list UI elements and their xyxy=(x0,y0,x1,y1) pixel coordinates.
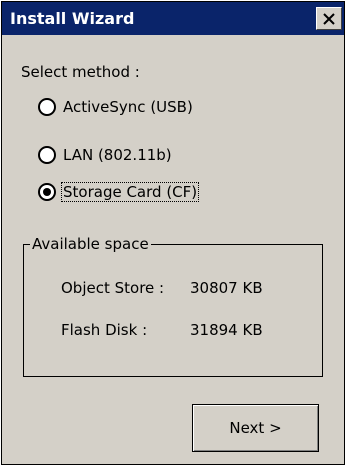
install-wizard-window: Install Wizard Select method : ActiveSyn… xyxy=(1,1,345,465)
radio-activesync[interactable]: ActiveSync (USB) xyxy=(38,96,194,118)
available-space-title: Available space xyxy=(30,235,151,253)
close-icon xyxy=(323,12,335,25)
flash-disk-label: Flash Disk : xyxy=(61,321,148,339)
next-button[interactable]: Next > xyxy=(192,404,319,452)
object-store-value: 30807 KB xyxy=(190,279,263,297)
available-space-group: Available space Object Store : 30807 KB … xyxy=(23,235,323,377)
title-bar: Install Wizard xyxy=(2,2,344,35)
window-title: Install Wizard xyxy=(10,9,135,28)
flash-disk-value: 31894 KB xyxy=(190,321,263,339)
radio-storage-card[interactable]: Storage Card (CF) xyxy=(38,181,200,203)
radio-lan[interactable]: LAN (802.11b) xyxy=(38,144,173,166)
close-button[interactable] xyxy=(316,7,342,30)
radio-activesync-button[interactable] xyxy=(38,98,56,116)
radio-activesync-label[interactable]: ActiveSync (USB) xyxy=(62,98,194,116)
radio-lan-label[interactable]: LAN (802.11b) xyxy=(62,146,173,164)
select-method-label: Select method : xyxy=(21,63,140,81)
radio-storage-card-button[interactable] xyxy=(38,183,56,201)
object-store-label: Object Store : xyxy=(61,279,165,297)
radio-storage-card-label[interactable]: Storage Card (CF) xyxy=(60,182,200,202)
radio-lan-button[interactable] xyxy=(38,146,56,164)
